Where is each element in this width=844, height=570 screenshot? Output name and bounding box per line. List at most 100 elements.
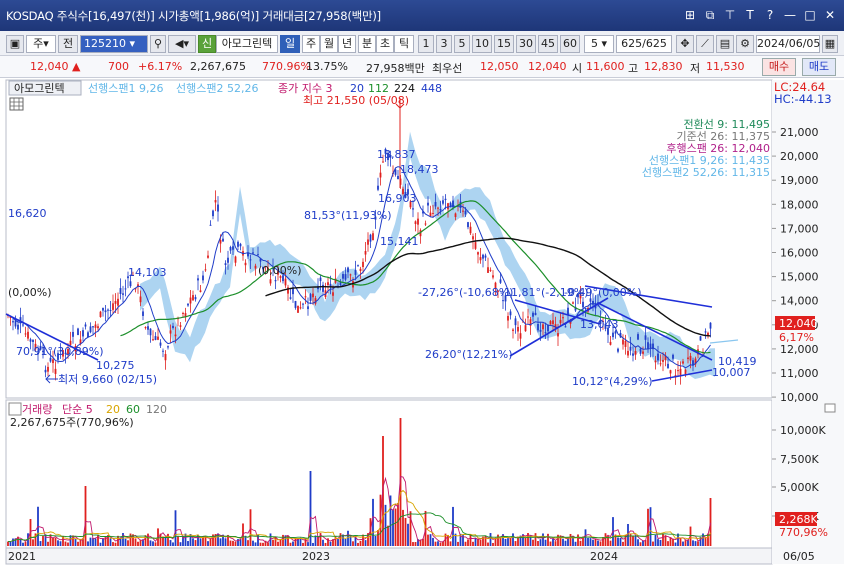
volume-bar [219, 538, 222, 546]
volume-bar [129, 533, 132, 546]
candle-body [557, 333, 559, 337]
candle-body [222, 238, 224, 242]
candle-body [114, 301, 117, 304]
interval-3[interactable]: 3 [436, 35, 452, 53]
candle-body [482, 254, 484, 259]
candle-body [549, 321, 552, 325]
interval-15[interactable]: 15 [494, 35, 514, 53]
candle-body [299, 307, 302, 309]
volume-scale-icon[interactable] [824, 403, 836, 413]
candle-body [347, 267, 349, 273]
search-icon[interactable]: ⚲ [150, 35, 166, 53]
period-month[interactable]: 월 [320, 35, 338, 53]
volume-bar [617, 537, 619, 546]
volume-bar [339, 533, 342, 546]
period-tick[interactable]: 틱 [394, 35, 414, 53]
volume-legend-ma60: 60 [126, 403, 140, 416]
count-field[interactable]: 625/625 [616, 35, 672, 53]
candle-body [119, 288, 122, 294]
period-second[interactable]: 초 [376, 35, 394, 53]
candle-body [637, 334, 639, 340]
period-type-select[interactable]: 주▾ [26, 35, 56, 53]
candle-body [17, 324, 19, 330]
copy-icon[interactable]: ⧉ [702, 7, 718, 23]
volume-bar [192, 538, 194, 546]
volume-bar [532, 539, 534, 546]
speaker-icon[interactable]: ◀▾ [168, 35, 196, 53]
volume-bar [662, 533, 664, 546]
interval-select[interactable]: 5 ▾ [584, 35, 614, 53]
candle-body [29, 339, 32, 342]
volume-bar [279, 539, 282, 546]
volume-bar [324, 542, 327, 546]
candle-body [149, 328, 152, 336]
candle-body [377, 185, 379, 190]
minimize-icon[interactable]: — [782, 7, 798, 23]
save-icon[interactable]: ▤ [716, 35, 734, 53]
candle-body [109, 310, 112, 312]
text-icon[interactable]: T [742, 7, 758, 23]
interval-60[interactable]: 60 [560, 35, 580, 53]
price-tick-label: 17,000 [780, 222, 819, 235]
volume-bar [552, 538, 554, 546]
interval-1[interactable]: 1 [418, 35, 434, 53]
candle-body [629, 346, 632, 351]
candle-body [709, 322, 712, 329]
period-day[interactable]: 일 [280, 35, 300, 53]
volume-bar [312, 542, 314, 546]
draw-icon[interactable]: ⟋ [696, 35, 714, 53]
settings-icon[interactable]: ⚙ [736, 35, 754, 53]
date-field[interactable]: 2024/06/05 [756, 35, 820, 53]
volume-bar [429, 534, 432, 546]
sell-button[interactable]: 매도 [802, 58, 836, 76]
grid-toggle-icon[interactable] [9, 97, 24, 111]
interval-45[interactable]: 45 [538, 35, 558, 53]
interval-10[interactable]: 10 [472, 35, 492, 53]
volume-bar [639, 542, 642, 546]
candle-body [614, 331, 617, 334]
crosshair-icon[interactable]: ✥ [676, 35, 694, 53]
period-minute[interactable]: 분 [358, 35, 376, 53]
buy-button[interactable]: 매수 [762, 58, 796, 76]
candle-body [609, 341, 612, 345]
volume-bar [9, 541, 12, 546]
value-16620: 16,620 [8, 207, 47, 220]
candle-body [544, 332, 547, 334]
period-week[interactable]: 주 [302, 35, 320, 53]
interval-5[interactable]: 5 [454, 35, 470, 53]
volume-bar [642, 540, 644, 546]
volume-bar [434, 541, 437, 546]
candle-body [537, 324, 539, 331]
candle-body [92, 326, 94, 328]
candle-body [344, 274, 347, 280]
period-year[interactable]: 년 [338, 35, 356, 53]
value-14103: 14,103 [128, 266, 167, 279]
angle-label-4: -0,49°(0,00%) [564, 286, 642, 299]
volume-bar [414, 542, 417, 546]
volume-bar [692, 540, 694, 546]
layout-icon[interactable]: ⊞ [682, 7, 698, 23]
stock-chart[interactable]: 21,000 20,000 19,000 18,000 17,000 16,000 15,0… [0, 78, 844, 570]
volume-bar [674, 542, 677, 546]
volume-bar [124, 538, 127, 546]
prev-button[interactable]: 전 [58, 35, 78, 53]
maximize-icon[interactable]: □ [802, 7, 818, 23]
candle-body [412, 208, 414, 210]
candle-body [32, 339, 34, 342]
volume-bar [394, 508, 397, 546]
close-icon[interactable]: ✕ [822, 7, 838, 23]
angle-label-7: 70,91°(30,89%) [16, 345, 104, 358]
candle-body [469, 226, 472, 234]
candle-body [274, 280, 277, 282]
menu-icon[interactable]: ▣ [6, 35, 24, 53]
help-icon[interactable]: ? [762, 7, 778, 23]
volume-bar [404, 517, 407, 546]
volume-bar [164, 537, 167, 546]
volume-collapse-icon[interactable] [8, 402, 22, 416]
price-change-pct: +6.17% [138, 60, 183, 73]
calendar-icon[interactable]: ▦ [822, 35, 838, 53]
pin-icon[interactable]: ⊤ [722, 7, 738, 23]
stock-code-input[interactable]: 125210 ▾ [80, 35, 148, 53]
interval-30[interactable]: 30 [516, 35, 536, 53]
candle-body [517, 327, 519, 332]
